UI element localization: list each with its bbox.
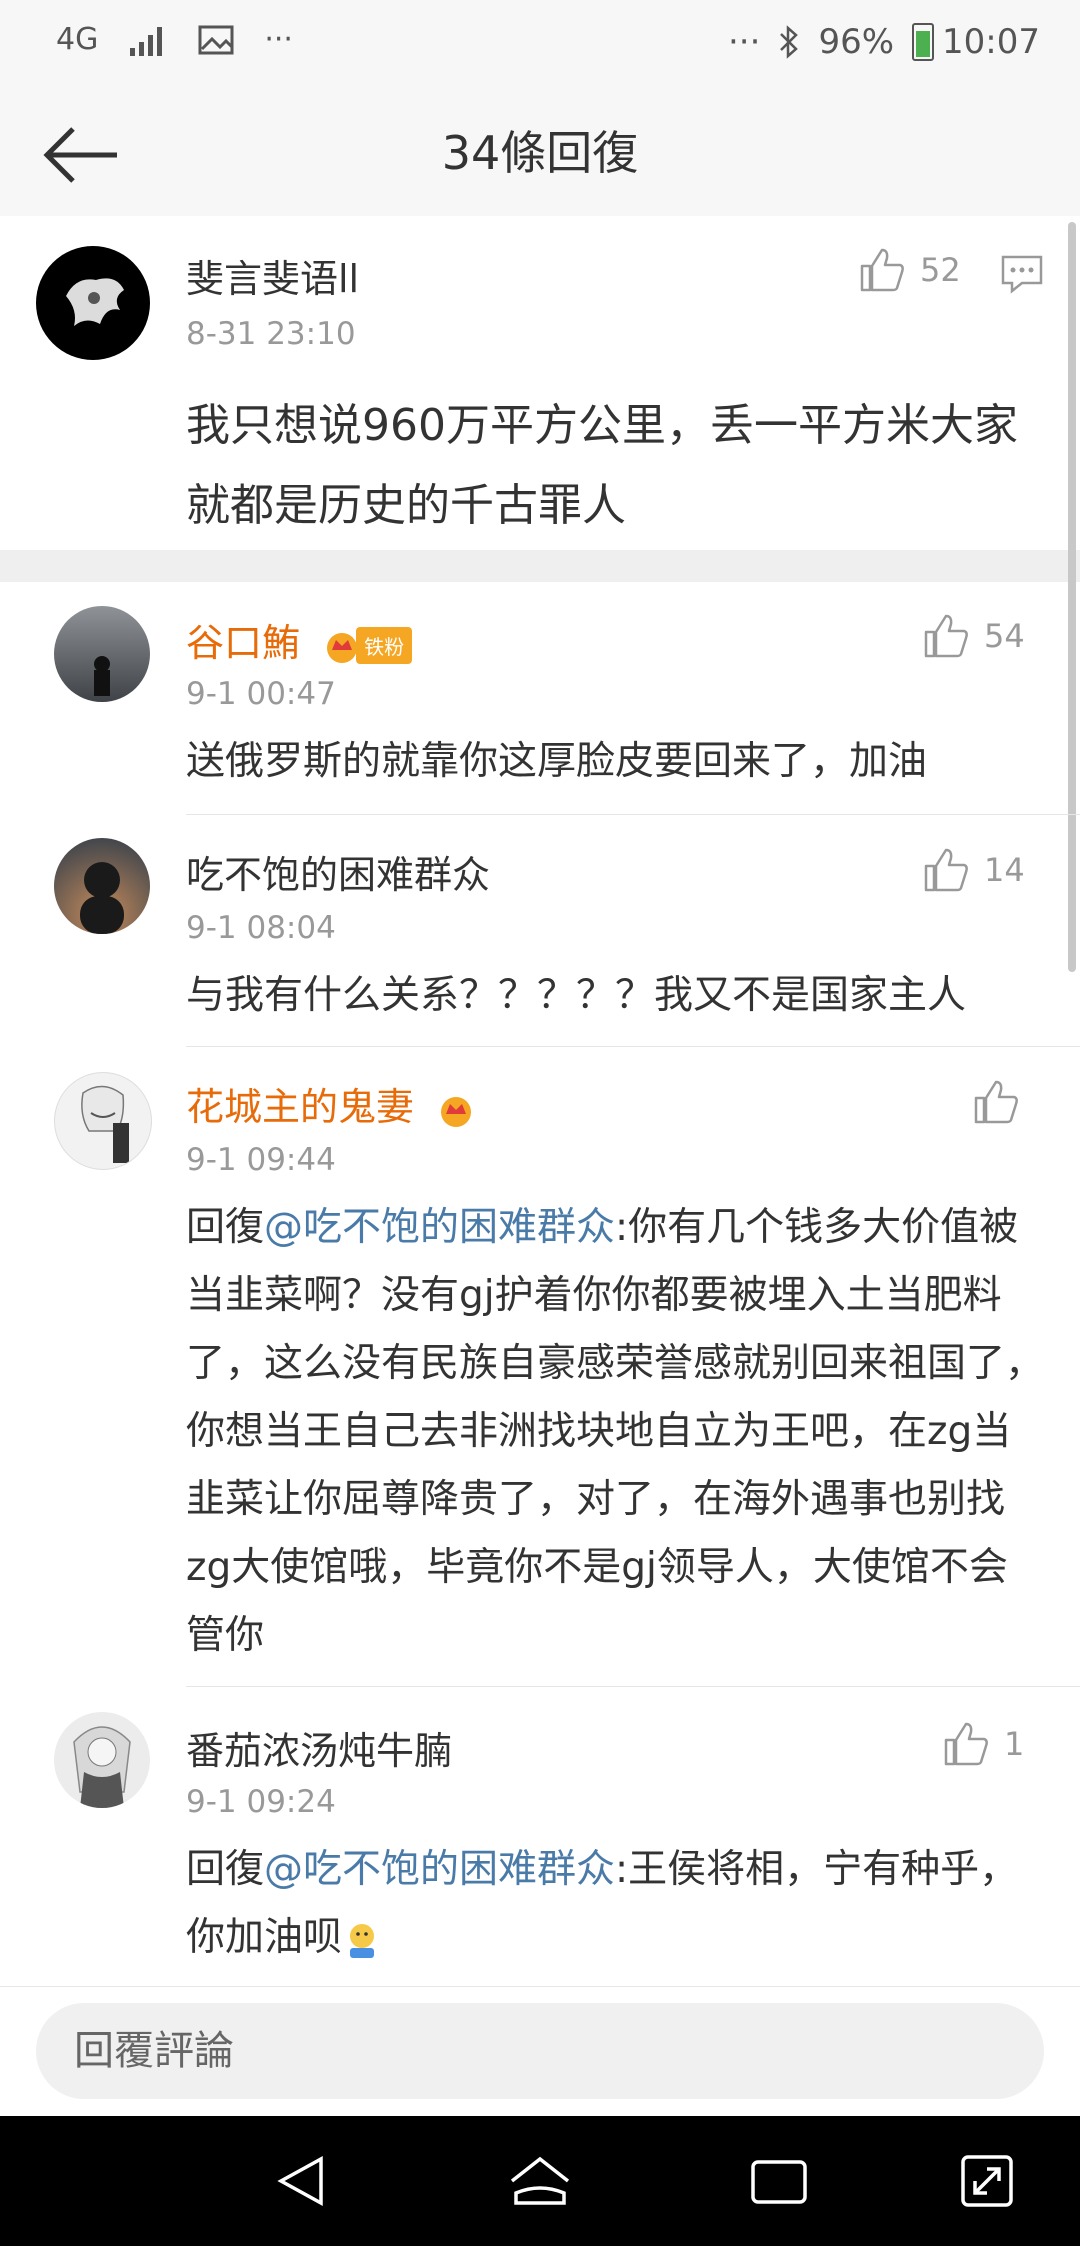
- mention-link[interactable]: @吃不饱的困难群众: [264, 1205, 615, 1250]
- battery-icon: [912, 23, 935, 61]
- back-button[interactable]: [36, 110, 126, 200]
- comment-time: 9-1 00:47: [186, 676, 336, 712]
- recents-icon: [751, 2160, 807, 2204]
- username[interactable]: 番茄浓汤炖牛腩: [186, 1720, 452, 1775]
- more-dots-right: ···: [728, 22, 761, 62]
- like-button[interactable]: 52: [858, 246, 961, 294]
- network-label: 4G: [56, 22, 99, 57]
- avatar[interactable]: [36, 246, 150, 360]
- like-button[interactable]: 14: [922, 846, 1025, 894]
- thumbs-up-icon: [924, 848, 968, 892]
- image-icon: [198, 25, 234, 54]
- nav-expand-button[interactable]: [952, 2146, 1022, 2216]
- crown-icon: [441, 1096, 472, 1127]
- thumbs-up-icon: [974, 1080, 1018, 1124]
- emoji-shrug-icon: [350, 1923, 375, 1958]
- comment-time: 9-1 09:24: [186, 1784, 336, 1820]
- thumbs-up-icon: [944, 1722, 988, 1766]
- divider: [186, 814, 1080, 815]
- fan-badge: [436, 1092, 476, 1128]
- comment-time: 9-1 09:44: [186, 1142, 336, 1178]
- thumbs-up-icon: [924, 614, 968, 658]
- avatar[interactable]: [54, 1072, 152, 1170]
- divider: [186, 1686, 1080, 1687]
- system-nav-bar: [0, 2116, 1080, 2246]
- mention-link[interactable]: @吃不饱的困难群众: [264, 1847, 615, 1892]
- username[interactable]: 谷口鮪 铁粉: [186, 612, 413, 667]
- triangle-back-icon: [277, 2156, 323, 2206]
- home-icon: [510, 2156, 570, 2205]
- main-comment: 斐言斐语ll 8-31 23:10 52 我只想说960万平方公里，丢一平方米大…: [0, 216, 1080, 550]
- reply-input-bar: 回覆評論: [0, 1986, 1080, 2117]
- like-count: 14: [984, 851, 1025, 889]
- reply-input[interactable]: 回覆評論: [36, 2003, 1044, 2099]
- comment-text: 与我有什么关系？？？？？我又不是国家主人: [186, 973, 967, 1018]
- comment-time: 9-1 08:04: [186, 910, 336, 946]
- like-count: 54: [984, 617, 1025, 655]
- nav-back-button[interactable]: [266, 2146, 336, 2216]
- header-bar: 34條回復: [0, 90, 1080, 217]
- like-count: 1: [1004, 1725, 1025, 1763]
- username[interactable]: 花城主的鬼妻: [186, 1076, 476, 1131]
- signal-icon: [130, 26, 163, 56]
- like-button[interactable]: 1: [942, 1720, 1024, 1768]
- comment-icon[interactable]: [1000, 254, 1044, 294]
- section-divider: [0, 550, 1080, 582]
- bluetooth-icon: [780, 25, 799, 59]
- avatar[interactable]: [54, 1712, 150, 1808]
- comment-text: 我只想说960万平方公里，丢一平方米大家就都是历史的千古罪人: [186, 400, 1018, 531]
- comment-text: 送俄罗斯的就靠你这厚脸皮要回来了，加油: [186, 739, 928, 784]
- nav-recents-button[interactable]: [744, 2146, 814, 2216]
- like-button[interactable]: 54: [922, 612, 1025, 660]
- clock: 10:07: [942, 22, 1040, 62]
- scrollbar[interactable]: [1068, 222, 1076, 972]
- thumbs-up-icon: [860, 248, 904, 292]
- like-button[interactable]: [972, 1078, 1034, 1126]
- reply-input-placeholder: 回覆評論: [74, 2028, 234, 2074]
- status-bar: 4G ··· ··· 96% 10:07: [0, 0, 1080, 90]
- badge-label: 铁粉: [356, 627, 413, 664]
- username[interactable]: 斐言斐语ll: [186, 248, 359, 303]
- comment-text: 回復@吃不饱的困难群众:你有几个钱多大价值被当韭菜啊？没有gj护着你你都要被埋入…: [186, 1205, 1045, 1658]
- nav-home-button[interactable]: [505, 2146, 575, 2216]
- back-arrow-icon: [43, 127, 117, 183]
- divider: [186, 1046, 1080, 1047]
- comment-text: 回復@吃不饱的困难群众:王侯将相，宁有种乎，你加油呗: [186, 1847, 1019, 1960]
- page-title: 34條回復: [441, 126, 639, 180]
- comment-time: 8-31 23:10: [186, 316, 356, 352]
- fan-badge: 铁粉: [322, 627, 413, 664]
- username[interactable]: 吃不饱的困难群众: [186, 844, 490, 899]
- expand-icon: [961, 2155, 1013, 2207]
- avatar[interactable]: [54, 606, 150, 702]
- more-dots: ···: [264, 22, 293, 57]
- battery-percent: 96%: [818, 22, 895, 62]
- avatar[interactable]: [54, 838, 150, 934]
- like-count: 52: [920, 251, 961, 289]
